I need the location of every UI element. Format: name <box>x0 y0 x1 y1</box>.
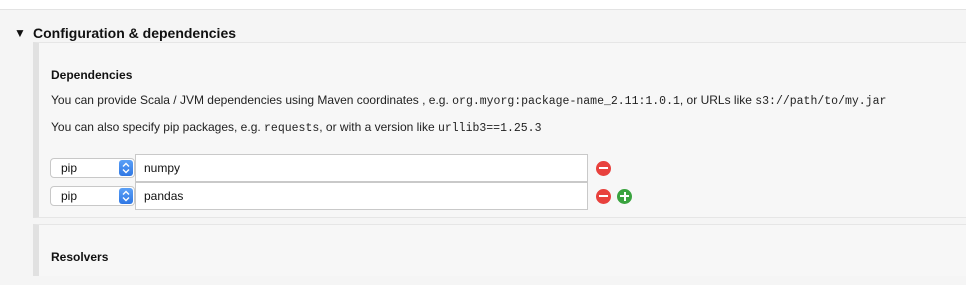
help-text-part: , or URLs like <box>679 93 756 107</box>
remove-dependency-icon[interactable] <box>596 188 611 204</box>
add-dependency-icon[interactable] <box>617 188 632 204</box>
pip-help-text: You can also specify pip packages, e.g. … <box>51 120 542 135</box>
dependency-name-input[interactable]: numpy <box>135 154 588 182</box>
dependency-type-value: pip <box>61 189 78 203</box>
dependency-type-select[interactable]: pip <box>50 186 135 206</box>
maven-help-text: You can provide Scala / JVM dependencies… <box>51 93 886 108</box>
section-title[interactable]: Configuration & dependencies <box>33 25 236 41</box>
dependencies-title: Dependencies <box>51 68 133 82</box>
url-example-code: s3://path/to/my.jar <box>755 95 887 108</box>
remove-dependency-icon[interactable] <box>596 160 611 176</box>
dependency-type-value: pip <box>61 161 78 175</box>
select-stepper-icon[interactable] <box>119 188 133 204</box>
dependency-type-select[interactable]: pip <box>50 158 135 178</box>
help-text-part: You can provide Scala / JVM dependencies… <box>51 93 453 107</box>
dependency-row: pip pandas <box>50 182 632 210</box>
pip-version-example-code: urllib3==1.25.3 <box>437 122 542 135</box>
pip-example-code: requests <box>264 122 320 135</box>
collapse-triangle-icon[interactable]: ▼ <box>14 27 33 39</box>
resolvers-title: Resolvers <box>51 250 109 264</box>
dependency-row: pip numpy <box>50 154 611 182</box>
help-text-part: , or with a version like <box>319 120 438 134</box>
maven-example-code: org.myorg:package-name_2.11:1.0.1 <box>452 95 680 108</box>
select-stepper-icon[interactable] <box>119 160 133 176</box>
resolvers-card: Resolvers <box>33 224 966 276</box>
dependencies-card: Dependencies You can provide Scala / JVM… <box>33 42 966 218</box>
dependency-name-input[interactable]: pandas <box>135 182 588 210</box>
help-text-part: You can also specify pip packages, e.g. <box>51 120 265 134</box>
section-toggle[interactable]: ▼ Configuration & dependencies <box>14 24 236 42</box>
